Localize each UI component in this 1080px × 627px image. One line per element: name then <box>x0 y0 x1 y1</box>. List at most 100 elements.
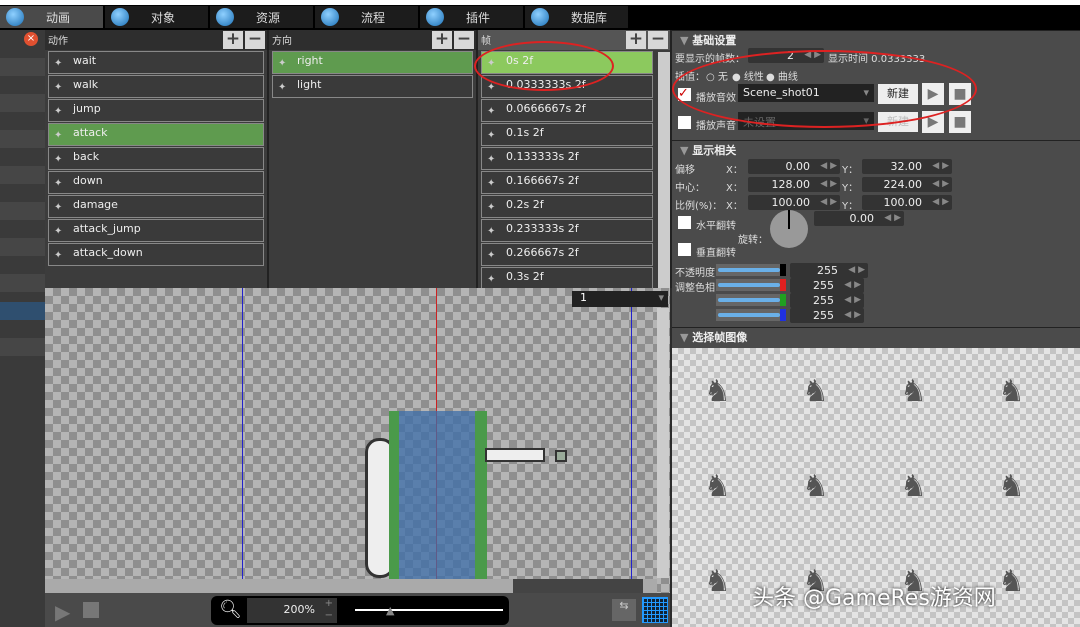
add-direction-button[interactable]: + <box>432 31 452 49</box>
remove-action-button[interactable]: − <box>245 31 265 49</box>
actions-list-item[interactable]: ✦ wait <box>48 51 264 74</box>
tab-4[interactable]: 插件 <box>420 6 523 28</box>
actions-list-item[interactable]: ✦ attack <box>48 123 264 146</box>
guide-line <box>242 288 243 593</box>
offset-x-input[interactable]: 0.00 <box>748 159 840 174</box>
x-label: X： <box>726 165 743 176</box>
zoom-input[interactable]: 200% + − <box>247 598 337 623</box>
blue-value: 255 <box>813 309 834 322</box>
tab-2[interactable]: 资源 <box>210 6 313 28</box>
canvas-v-scrollbar[interactable] <box>657 308 669 578</box>
frames-list-item[interactable]: ✦ 0.233333s 2f <box>481 219 653 242</box>
add-frame-button[interactable]: + <box>626 31 646 49</box>
frame-thumbnail[interactable]: ♞ <box>998 562 1025 602</box>
actions-list-item[interactable]: ✦ jump <box>48 99 264 122</box>
onion-skin-icon[interactable]: ⇆ <box>612 599 636 621</box>
animation-canvas[interactable]: 1 ▾ <box>45 288 670 593</box>
directions-list-item[interactable]: ✦ right <box>272 51 473 74</box>
zoom-control: 🔍︎ 200% + − ▲ <box>211 596 509 625</box>
item-label: 0.0666667s 2f <box>506 102 586 115</box>
frames-list-item[interactable]: ✦ 0.133333s 2f <box>481 147 653 170</box>
frames-list-item[interactable]: ✦ 0.3s 2f <box>481 267 653 288</box>
database-icon <box>531 8 549 26</box>
tab-1[interactable]: 对象 <box>105 6 208 28</box>
center-x-input[interactable]: 128.00 <box>748 177 840 192</box>
actions-list-item[interactable]: ✦ back <box>48 147 264 170</box>
play-icon[interactable]: ▶ <box>55 600 70 624</box>
blue-slider[interactable] <box>716 309 786 321</box>
layer-select[interactable]: 1 ▾ <box>572 291 668 307</box>
add-action-button[interactable]: + <box>223 31 243 49</box>
opacity-input[interactable]: 255 <box>790 263 868 278</box>
tab-3[interactable]: 流程 <box>315 6 418 28</box>
flow-icon <box>321 8 339 26</box>
item-label: wait <box>73 54 97 67</box>
voice-checkbox[interactable] <box>678 116 691 129</box>
stop-icon[interactable] <box>83 602 99 618</box>
hflip-checkbox[interactable] <box>678 216 691 229</box>
tab-5[interactable]: 数据库 <box>525 6 628 28</box>
remove-direction-button[interactable]: − <box>454 31 474 49</box>
tab-0[interactable]: 动画 <box>0 6 103 28</box>
frames-list-item[interactable]: ✦ 0.1s 2f <box>481 123 653 146</box>
canvas-h-scrollbar[interactable] <box>45 579 657 593</box>
zoom-slider[interactable] <box>355 609 503 611</box>
close-icon[interactable]: × <box>24 32 38 46</box>
directions-list-item[interactable]: ✦ light <box>272 75 473 98</box>
center-y-input[interactable]: 224.00 <box>862 177 952 192</box>
rotation-dial[interactable] <box>770 210 808 248</box>
frames-list-item[interactable]: ✦ 0.0666667s 2f <box>481 99 653 122</box>
frames-scrollbar[interactable] <box>658 52 670 288</box>
vflip-checkbox[interactable] <box>678 243 691 256</box>
frame-thumbnail[interactable]: ♞ <box>802 372 829 412</box>
frame-thumbnail[interactable]: ♞ <box>900 467 927 507</box>
sprite-icon: ✦ <box>487 106 496 117</box>
tab-label: 动画 <box>46 10 71 25</box>
frame-thumbnail[interactable]: ♞ <box>998 372 1025 412</box>
frame-thumbnail[interactable]: ♞ <box>704 562 731 602</box>
rotate-input[interactable]: 0.00 <box>814 211 904 226</box>
frames-list-item[interactable]: ✦ 0.2s 2f <box>481 195 653 218</box>
item-label: attack <box>73 126 108 139</box>
actions-list-item[interactable]: ✦ walk <box>48 75 264 98</box>
frame-thumbnail[interactable]: ♞ <box>998 467 1025 507</box>
green-input[interactable]: 255 <box>790 293 864 308</box>
sprite-character <box>389 411 487 581</box>
stop-voice-button[interactable]: ■ <box>949 111 971 133</box>
frame-thumbnail[interactable]: ♞ <box>802 467 829 507</box>
frame-thumbnail[interactable]: ♞ <box>704 372 731 412</box>
frame-thumbnail[interactable]: ♞ <box>900 372 927 412</box>
sprite-icon: ✦ <box>54 58 63 69</box>
grid-toggle-icon[interactable] <box>642 597 668 623</box>
green-slider[interactable] <box>716 294 786 306</box>
scale-x-input[interactable]: 100.00 <box>748 195 840 210</box>
offset-y-input[interactable]: 32.00 <box>862 159 952 174</box>
zoom-slider-thumb[interactable]: ▲ <box>386 604 394 617</box>
actions-list-item[interactable]: ✦ attack_jump <box>48 219 264 242</box>
red-slider[interactable] <box>716 279 786 291</box>
opacity-value: 255 <box>817 264 838 277</box>
sprite-icon: ✦ <box>487 202 496 213</box>
scale-y-input[interactable]: 100.00 <box>862 195 952 210</box>
red-value: 255 <box>813 279 834 292</box>
frames-list-item[interactable]: ✦ 0.266667s 2f <box>481 243 653 266</box>
selected-strip-item[interactable] <box>0 302 45 320</box>
actions-list-item[interactable]: ✦ damage <box>48 195 264 218</box>
item-label: down <box>73 174 103 187</box>
item-label: 0.1s 2f <box>506 126 544 139</box>
remove-frame-button[interactable]: − <box>648 31 668 49</box>
blue-input[interactable]: 255 <box>790 308 864 323</box>
frame-image-title: 选择帧图像 <box>692 331 748 344</box>
sprite-icon: ✦ <box>54 226 63 237</box>
red-input[interactable]: 255 <box>790 278 864 293</box>
anchor-handle[interactable] <box>555 450 567 462</box>
frames-list-item[interactable]: ✦ 0.166667s 2f <box>481 171 653 194</box>
highlight-ellipse <box>474 41 614 91</box>
opacity-slider[interactable] <box>716 264 786 276</box>
center-y: 224.00 <box>883 178 923 191</box>
actions-list-item[interactable]: ✦ down <box>48 171 264 194</box>
frame-thumbnail[interactable]: ♞ <box>704 467 731 507</box>
green-value: 255 <box>813 294 834 307</box>
item-label: 0.266667s 2f <box>506 246 579 259</box>
actions-list-item[interactable]: ✦ attack_down <box>48 243 264 266</box>
